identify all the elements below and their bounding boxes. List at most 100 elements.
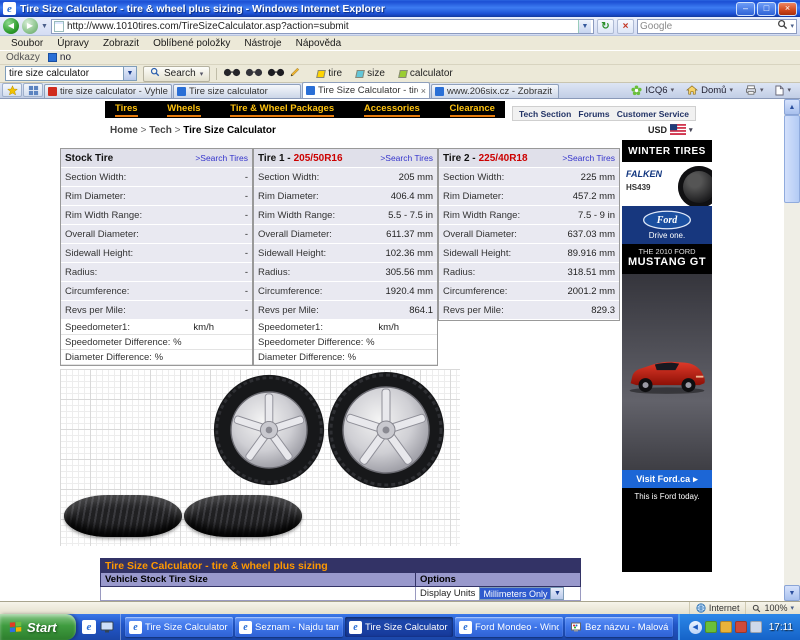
breadcrumb-separator-icon: >: [138, 125, 149, 136]
show-desktop-icon[interactable]: [100, 621, 114, 633]
calc-row-label: Section Width:: [443, 172, 504, 183]
quick-tabs-button[interactable]: [23, 83, 43, 97]
glasses-icon[interactable]: [267, 68, 285, 80]
home-dropdown-icon[interactable]: ▾: [729, 86, 733, 94]
taskbar-button-ford-mondeo-windo[interactable]: eFord Mondeo - Windo...: [455, 617, 563, 637]
menu-item-soubor[interactable]: Soubor: [4, 38, 50, 49]
highlight-button-calculator[interactable]: calculator: [393, 66, 459, 81]
close-button[interactable]: ×: [778, 2, 797, 16]
home-button[interactable]: Domů ▾: [681, 83, 738, 97]
nav-link-wheels[interactable]: Wheels: [167, 103, 200, 117]
zoom-pane[interactable]: 100% ▾: [745, 602, 800, 614]
favorites-button[interactable]: [2, 83, 22, 97]
breadcrumb-home[interactable]: Home: [110, 125, 138, 136]
search-tires-link[interactable]: >Search Tires: [562, 153, 615, 163]
scroll-down-button[interactable]: ▼: [784, 585, 800, 601]
icq-flower-tray-icon[interactable]: [705, 621, 717, 633]
vertical-scrollbar[interactable]: ▲ ▼: [784, 99, 800, 601]
icq-button[interactable]: ICQ6 ▾: [626, 83, 679, 97]
menu-item-n-stroje[interactable]: Nástroje: [237, 38, 288, 49]
ford-tagline: Drive one.: [649, 231, 685, 240]
taskbar-button-bez-n-zvu-malov-n[interactable]: Bez názvu - Malování: [565, 617, 673, 637]
scroll-up-button[interactable]: ▲: [784, 99, 800, 115]
search-options-dropdown-icon[interactable]: ▾: [200, 70, 204, 78]
nav-link-accessories[interactable]: Accessories: [364, 103, 420, 117]
taskbar-button-seznam-najdu-tam[interactable]: eSeznam - Najdu tam...: [235, 617, 343, 637]
combo-dropdown-icon[interactable]: ▼: [123, 67, 136, 80]
nav-link-tires[interactable]: Tires: [115, 103, 138, 117]
calc-row-label: Sidewall Height:: [65, 248, 133, 259]
print-button[interactable]: ▾: [740, 83, 769, 97]
messenger-tray-icon[interactable]: [720, 621, 732, 633]
stop-button[interactable]: ×: [617, 19, 634, 34]
tab-tire-size-calculator-vyhleda[interactable]: tire size calculator - Vyhledat...: [44, 84, 172, 98]
back-button[interactable]: ◀: [3, 18, 19, 34]
history-dropdown-icon[interactable]: ▼: [41, 23, 48, 30]
top-link-forums[interactable]: Forums: [578, 109, 609, 119]
volume-tray-icon[interactable]: [750, 621, 762, 633]
links-item-no[interactable]: no: [48, 52, 71, 63]
calc-row-value: -: [245, 305, 248, 316]
ad-banner[interactable]: WINTER TIRES FALKEN HS439 Ford Drive one…: [622, 140, 712, 572]
falken-tire-ad[interactable]: FALKEN HS439: [622, 162, 712, 206]
tab-www-206six-cz-zobrazit-t[interactable]: www.206six.cz - Zobrazit té...: [431, 84, 559, 98]
task-label: Ford Mondeo - Windo...: [475, 622, 559, 633]
refresh-button[interactable]: ↻: [597, 19, 614, 34]
scrollbar-thumb[interactable]: [784, 115, 800, 203]
top-link-tech-section[interactable]: Tech Section: [519, 109, 571, 119]
search-provider-dropdown-icon[interactable]: ▾: [790, 22, 794, 30]
page-dropdown-icon[interactable]: ▾: [787, 86, 791, 94]
toolbar-search-button[interactable]: Search ▾: [143, 66, 210, 82]
menu-item-obl-ben-polo-ky[interactable]: Oblíbené položky: [146, 38, 237, 49]
taskbar-button-tire-size-calculator[interactable]: eTire Size Calculator - ...: [125, 617, 233, 637]
currency-selector[interactable]: USD ▾: [648, 124, 693, 135]
search-box[interactable]: Google ▾: [637, 19, 797, 34]
options-cell: Display Units Millimeters Only ▼: [416, 587, 581, 601]
tab-tire-size-calculator-tire[interactable]: Tire Size Calculator - tire ...×: [302, 82, 430, 98]
nav-link-tire-wheel-packages[interactable]: Tire & Wheel Packages: [230, 103, 334, 117]
calc-row: Revs per Mile:-: [61, 301, 252, 320]
visit-ford-button[interactable]: Visit Ford.ca ▸: [622, 470, 712, 488]
calc-row-label: Speedometer Difference: %: [65, 337, 182, 348]
nav-link-clearance[interactable]: Clearance: [450, 103, 495, 117]
taskbar-button-tire-size-calculator[interactable]: eTire Size Calculator ...: [345, 617, 453, 637]
page-button[interactable]: ▾: [770, 83, 796, 97]
highlight-button-size[interactable]: size: [350, 66, 391, 81]
menu-item-pravy[interactable]: Úpravy: [50, 38, 96, 49]
search-magnifier-icon[interactable]: [777, 19, 788, 33]
search-tires-link[interactable]: >Search Tires: [195, 153, 248, 163]
pencil-icon[interactable]: [289, 66, 301, 81]
tab-tire-size-calculator[interactable]: Tire size calculator: [173, 84, 301, 98]
minimize-button[interactable]: –: [736, 2, 755, 16]
site-nav: Tires Wheels Tire & Wheel Packages Accessor…: [105, 101, 505, 118]
glasses-icon[interactable]: [223, 68, 241, 80]
antivirus-tray-icon[interactable]: [735, 621, 747, 633]
taskbar-clock[interactable]: 17:11: [769, 622, 793, 633]
address-input[interactable]: http://www.1010tires.com/TireSizeCalcula…: [51, 19, 594, 34]
menu-item-zobrazit[interactable]: Zobrazit: [96, 38, 146, 49]
highlight-button-tire[interactable]: tire: [311, 66, 348, 81]
zoom-dropdown-icon[interactable]: ▾: [790, 604, 794, 612]
hide-icons-chevron[interactable]: ◀: [689, 621, 702, 634]
start-button[interactable]: Start: [0, 614, 76, 640]
print-dropdown-icon[interactable]: ▾: [760, 86, 764, 94]
forward-button[interactable]: ▶: [22, 18, 38, 34]
tab-close-icon[interactable]: ×: [421, 86, 426, 96]
calc-extra-row: Speedometer Difference: %: [254, 335, 437, 350]
search-tires-link[interactable]: >Search Tires: [380, 153, 433, 163]
glasses-icon[interactable]: [245, 68, 263, 80]
display-units-select[interactable]: Millimeters Only ▼: [479, 587, 564, 600]
ie-quicklaunch-icon[interactable]: e: [82, 620, 96, 634]
calc-row: Section Width:205 mm: [254, 168, 437, 187]
ford-logo: Ford: [641, 210, 693, 230]
toolbar-search-combo[interactable]: tire size calculator ▼: [5, 66, 137, 81]
address-dropdown-button[interactable]: ▼: [578, 20, 591, 33]
icq-dropdown-icon[interactable]: ▾: [671, 86, 675, 94]
top-link-customer-service[interactable]: Customer Service: [617, 109, 689, 119]
currency-dropdown-icon[interactable]: ▾: [689, 126, 693, 134]
menu-item-n-pov-da[interactable]: Nápověda: [289, 38, 349, 49]
select-dropdown-icon[interactable]: ▼: [550, 588, 563, 599]
breadcrumb-tech[interactable]: Tech: [149, 125, 172, 136]
calc-row-value: -: [245, 210, 248, 221]
maximize-button[interactable]: □: [757, 2, 776, 16]
